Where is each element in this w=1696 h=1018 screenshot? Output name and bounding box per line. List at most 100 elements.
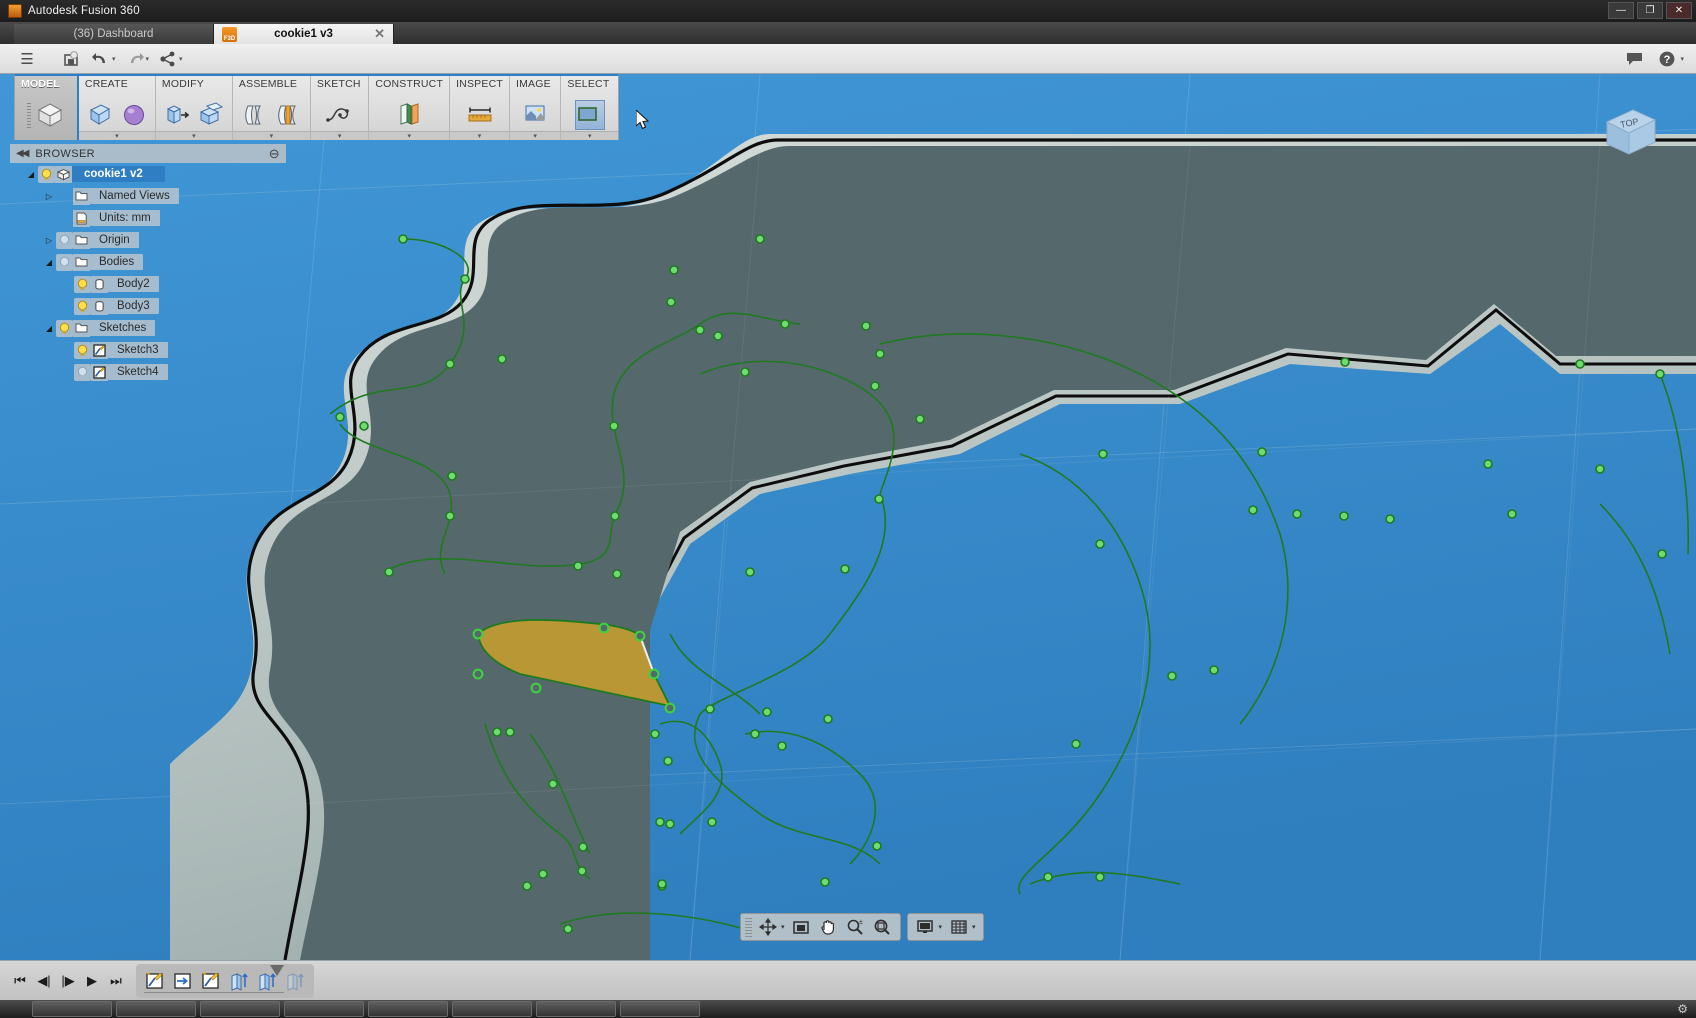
taskbar-item[interactable]	[284, 1001, 364, 1017]
taskbar-item[interactable]	[200, 1001, 280, 1017]
maximize-button[interactable]: ❐	[1637, 2, 1663, 19]
ribbon-panel-assemble[interactable]: ASSEMBLE ▾	[232, 76, 311, 140]
display-settings-icon[interactable]	[912, 915, 939, 939]
visibility-bulb-icon[interactable]	[74, 275, 91, 293]
fit-icon[interactable]	[869, 915, 896, 939]
browser-node-sketch3[interactable]: Sketch3	[10, 339, 286, 361]
ribbon-panel-inspect[interactable]: INSPECT ▾	[450, 76, 510, 140]
browser-node-label[interactable]: Body3	[108, 298, 159, 314]
ribbon-assemble-dropdown[interactable]: ▾	[232, 131, 310, 140]
browser-node-sketch4[interactable]: Sketch4	[10, 361, 286, 383]
timeline-feature-strip[interactable]	[136, 963, 314, 998]
browser-node-cookie1-v2[interactable]: ◢ cookie1 v2	[10, 163, 286, 185]
redo-caret-icon[interactable]: ▾	[146, 55, 150, 63]
browser-node-body3[interactable]: Body3	[10, 295, 286, 317]
visibility-bulb-icon[interactable]	[56, 231, 73, 249]
press-pull-icon[interactable]	[162, 100, 192, 130]
taskbar-item[interactable]	[536, 1001, 616, 1017]
timeline-feature-sketch-create-icon[interactable]	[199, 969, 223, 993]
nav-grip[interactable]	[745, 917, 752, 937]
browser-node-label[interactable]: Sketches	[90, 320, 156, 336]
browser-node-label[interactable]: Named Views	[90, 188, 179, 204]
fillet-icon[interactable]	[196, 100, 226, 130]
browser-node-units-mm[interactable]: Units: mm	[10, 207, 286, 229]
ribbon-sketch-dropdown[interactable]: ▾	[310, 131, 369, 140]
taskbar-item[interactable]	[620, 1001, 700, 1017]
ribbon-panel-modify[interactable]: MODIFY ▾	[155, 76, 233, 140]
browser-node-label[interactable]: Sketch4	[108, 364, 168, 380]
help-icon[interactable]: ?	[1652, 46, 1682, 72]
menu-icon[interactable]: ☰	[12, 46, 42, 72]
tab-close-icon[interactable]: ✕	[374, 26, 385, 42]
taskbar-item[interactable]	[368, 1001, 448, 1017]
ribbon-panel-create[interactable]: CREATE ▾	[78, 76, 156, 140]
taskbar-item[interactable]	[32, 1001, 112, 1017]
timeline-control-4[interactable]: ⏭	[104, 968, 128, 994]
ribbon-panel-model[interactable]: MODEL	[15, 76, 79, 140]
grid-snap-icon[interactable]	[945, 915, 972, 939]
ribbon-modify-dropdown[interactable]: ▾	[155, 131, 232, 140]
browser-header[interactable]: ◀◀ BROWSER ⊖	[10, 144, 286, 163]
ribbon-panel-image[interactable]: IMAGE ▾	[509, 76, 562, 140]
tab-dashboard[interactable]: (36) Dashboard	[14, 24, 214, 44]
visibility-bulb-icon[interactable]	[74, 297, 91, 315]
expand-arrow-icon[interactable]: ◢	[42, 258, 56, 267]
pan-hand-icon[interactable]	[815, 915, 842, 939]
browser-node-label[interactable]: cookie1 v2	[72, 166, 165, 182]
spline-icon[interactable]	[325, 100, 355, 130]
grid-caret-icon[interactable]: ▾	[972, 923, 979, 931]
timeline-control-1[interactable]: ◀|	[32, 968, 56, 994]
browser-minus-icon[interactable]: ⊖	[269, 146, 280, 162]
zoom-icon[interactable]: ±	[842, 915, 869, 939]
measure-icon[interactable]	[465, 100, 495, 130]
orbit-icon[interactable]	[754, 915, 781, 939]
expand-arrow-icon[interactable]: ◢	[42, 324, 56, 333]
undo-caret-icon[interactable]: ▾	[112, 55, 116, 63]
timeline-feature-extrude-icon[interactable]	[283, 969, 307, 993]
browser-node-body2[interactable]: Body2	[10, 273, 286, 295]
taskbar-item[interactable]	[452, 1001, 532, 1017]
timeline-control-2[interactable]: |▶	[56, 968, 80, 994]
as-built-joint-icon[interactable]	[273, 100, 303, 130]
taskbar-item[interactable]	[116, 1001, 196, 1017]
visibility-bulb-icon[interactable]	[38, 165, 55, 183]
timeline-control-0[interactable]: ⏮	[8, 968, 32, 994]
joint-icon[interactable]	[239, 100, 269, 130]
browser-node-label[interactable]: Units: mm	[90, 210, 160, 226]
view-cube[interactable]: TOP	[1599, 102, 1661, 164]
ribbon-panel-construct[interactable]: CONSTRUCT ▾	[369, 76, 451, 140]
browser-node-label[interactable]: Body2	[108, 276, 159, 292]
box-icon[interactable]	[85, 100, 115, 130]
browser-node-sketches[interactable]: ◢ Sketches	[10, 317, 286, 339]
ribbon-image-dropdown[interactable]: ▾	[509, 131, 561, 140]
visibility-bulb-icon[interactable]	[56, 253, 73, 271]
visibility-bulb-icon[interactable]	[74, 363, 91, 381]
visibility-bulb-icon[interactable]	[56, 319, 73, 337]
taskbar-settings-icon[interactable]: ⚙	[1677, 1002, 1688, 1016]
ribbon-panel-sketch[interactable]: SKETCH ▾	[310, 76, 370, 140]
timeline-marker[interactable]	[270, 964, 284, 976]
browser-node-label[interactable]: Sketch3	[108, 342, 168, 358]
look-at-icon[interactable]	[788, 915, 815, 939]
save-icon[interactable]	[56, 46, 86, 72]
browser-node-origin[interactable]: ▷ Origin	[10, 229, 286, 251]
browser-node-named-views[interactable]: ▷ Named Views	[10, 185, 286, 207]
browser-node-bodies[interactable]: ◢ Bodies	[10, 251, 286, 273]
timeline-control-3[interactable]: ▶	[80, 968, 104, 994]
expand-arrow-icon[interactable]: ◢	[24, 170, 38, 179]
timeline-feature-sketch-create-icon[interactable]	[143, 969, 167, 993]
ribbon-panel-select[interactable]: SELECT ▾	[561, 76, 618, 140]
browser-node-label[interactable]: Origin	[90, 232, 139, 248]
collapse-arrow-icon[interactable]: ▷	[42, 192, 56, 201]
sphere-icon[interactable]	[119, 100, 149, 130]
ribbon-construct-dropdown[interactable]: ▾	[369, 131, 450, 140]
browser-node-label[interactable]: Bodies	[90, 254, 144, 270]
model-cube-icon[interactable]	[35, 100, 65, 130]
visibility-bulb-icon[interactable]	[74, 341, 91, 359]
canvas-image-icon[interactable]	[520, 100, 550, 130]
tab-document[interactable]: F3D cookie1 v3 ✕	[214, 24, 394, 44]
share-caret-icon[interactable]: ▾	[179, 55, 183, 63]
timeline-feature-extrude-icon[interactable]	[227, 969, 251, 993]
ribbon-grip[interactable]	[26, 102, 31, 128]
ribbon-create-dropdown[interactable]: ▾	[78, 131, 155, 140]
